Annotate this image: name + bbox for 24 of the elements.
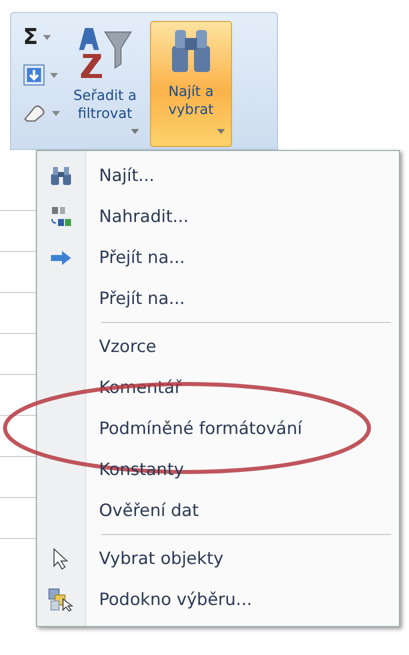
caret-icon[interactable] (43, 34, 52, 40)
menu-item[interactable]: Nahradit... (99, 206, 189, 226)
pointer-icon (53, 548, 69, 570)
caret-icon[interactable] (52, 110, 60, 116)
menu-item[interactable]: Vzorce (99, 336, 156, 356)
menu-item[interactable]: Podokno výběru... (99, 590, 252, 610)
eraser-icon[interactable] (23, 103, 47, 123)
menu-item[interactable]: Přejít na... (99, 248, 185, 268)
replace-icon (50, 204, 72, 228)
menu-item[interactable]: Podmíněné formátování (99, 418, 302, 438)
sort-filter-button[interactable]: Seřadit a filtrovat (64, 21, 146, 147)
selection-pane-icon (48, 588, 74, 612)
caret-icon (131, 129, 139, 134)
sum-button[interactable]: Σ (23, 24, 38, 50)
find-select-button[interactable]: Najít a vybrat (150, 21, 232, 147)
menu-item[interactable]: Najít... (99, 166, 154, 186)
menu-item[interactable]: Ověření dat (99, 500, 199, 520)
fill-down-icon[interactable] (23, 64, 45, 86)
menu-item[interactable]: Přejít na... (99, 288, 185, 308)
caret-icon[interactable] (50, 72, 58, 78)
caret-icon (217, 129, 225, 134)
binoculars-icon (50, 166, 72, 186)
arrow-icon (50, 250, 72, 264)
menu-item[interactable]: Vybrat objekty (99, 548, 224, 568)
